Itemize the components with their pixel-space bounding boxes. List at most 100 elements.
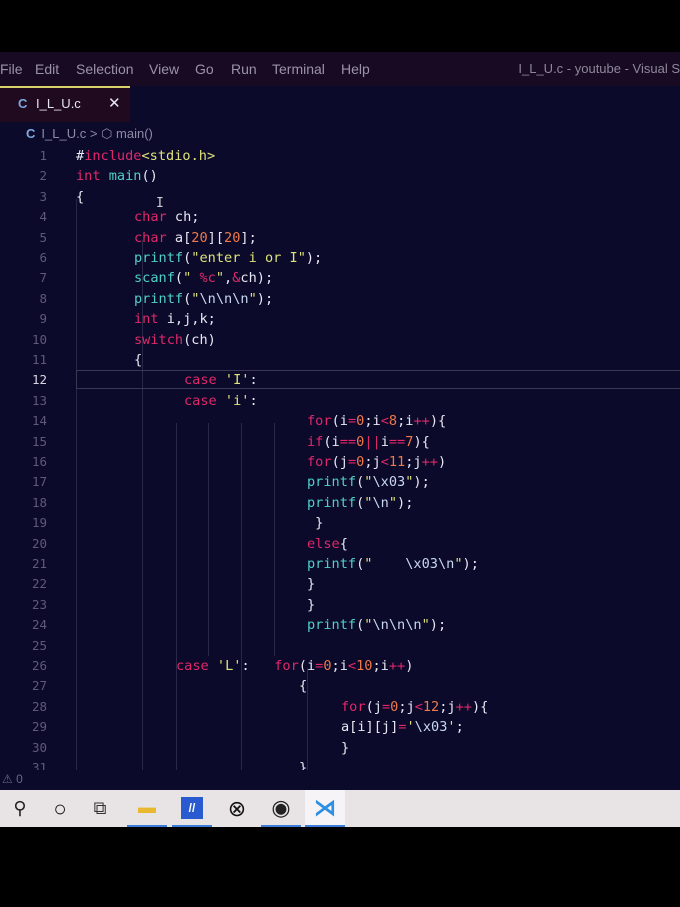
taskbar-obs-button[interactable]: ◉	[261, 790, 301, 827]
taskbar-app-blue-button[interactable]: //	[172, 790, 212, 827]
taskbar-search-button[interactable]: ⚲	[0, 790, 40, 827]
code-token: ){	[429, 413, 447, 430]
line-number: 8	[39, 290, 47, 306]
breadcrumb-file[interactable]: I_L_U.c	[41, 126, 86, 141]
code-line[interactable]: 17 printf("\x03");	[0, 472, 680, 492]
warnings-status[interactable]: ⚠ 0	[2, 772, 23, 786]
code-line[interactable]: 1 #include<stdio.h>	[0, 146, 680, 166]
menu-selection[interactable]: Selection	[76, 61, 134, 77]
code-token: ){	[472, 698, 489, 715]
code-line[interactable]: 27 {	[0, 676, 680, 696]
line-number: 27	[31, 678, 47, 694]
code-line[interactable]: 23}	[0, 595, 680, 615]
code-line[interactable]: 9 int i,j,k;	[0, 309, 680, 329]
menu-edit[interactable]: Edit	[35, 61, 59, 77]
code-token: a[	[174, 229, 192, 246]
code-token: ||	[364, 433, 381, 450]
line-number: 5	[39, 229, 47, 245]
code-token: ==	[388, 433, 406, 450]
code-line[interactable]: 31}	[0, 758, 680, 770]
code-line[interactable]: 26 case 'L': for(i=0;i<10;i++)	[0, 656, 680, 676]
taskbar-vscode-button[interactable]: ⋊	[305, 790, 345, 827]
code-line[interactable]: 21 printf(" \x03\n");	[0, 554, 680, 574]
code-line[interactable]: 11 {	[0, 350, 680, 370]
code-token: <	[380, 454, 389, 470]
code-line[interactable]: 13 case 'i':	[0, 391, 680, 411]
taskbar-task-view-button[interactable]: ⧉	[80, 790, 120, 827]
code-text: scanf(" %c",&ch);	[134, 268, 273, 288]
line-number: 14	[31, 413, 47, 429]
code-token: for	[274, 658, 299, 674]
code-line[interactable]: 5 char a[20][20];	[0, 228, 680, 248]
code-line[interactable]: 8 printf("\n\n\n");	[0, 289, 680, 309]
menu-go[interactable]: Go	[195, 61, 214, 77]
code-token: ;j	[405, 454, 422, 470]
code-token: "	[215, 270, 225, 287]
code-token: ;j	[439, 698, 456, 715]
code-line[interactable]: 7 scanf(" %c",&ch);	[0, 268, 680, 288]
code-token: <	[414, 698, 423, 715]
code-line[interactable]: 15 if(i==0||i==7){	[0, 432, 680, 452]
line-number: 3	[39, 188, 47, 204]
code-line[interactable]: 3{	[0, 187, 680, 207]
code-token: printf	[134, 250, 184, 266]
code-line[interactable]: 18 printf("\n");	[0, 493, 680, 513]
code-line[interactable]: 6 printf("enter i or I");	[0, 248, 680, 268]
code-line[interactable]: 24 printf("\n\n\n");	[0, 615, 680, 635]
code-token: \x03\n	[405, 556, 455, 572]
menu-run[interactable]: Run	[231, 61, 257, 77]
code-line[interactable]: 25	[0, 636, 680, 656]
taskbar-cortana-button[interactable]: ○	[40, 790, 80, 827]
code-token: );	[413, 474, 430, 491]
code-token: main	[108, 168, 142, 185]
line-number: 19	[31, 515, 47, 531]
code-token: ==	[339, 433, 357, 450]
line-number: 22	[31, 576, 47, 592]
code-line[interactable]: 16 for(j=0;j<11;j++)	[0, 452, 680, 472]
code-text: case 'i':	[184, 391, 258, 411]
code-token: }	[307, 515, 324, 532]
code-line[interactable]: 4 char ch;	[0, 207, 680, 227]
code-text: {	[76, 187, 84, 207]
code-token: ++	[421, 454, 438, 470]
line-number: 30	[31, 739, 47, 755]
code-editor[interactable]: C I_L_U.c > ⬡ main() 1 #include<stdio.h> 2 i…	[0, 122, 680, 770]
symbol-method-icon: ⬡	[101, 126, 113, 141]
line-number: 2	[39, 168, 47, 184]
close-icon[interactable]: ✕	[108, 94, 121, 112]
code-token: )	[438, 454, 447, 470]
code-line[interactable]: 14 for(i=0;i<8;i++){	[0, 411, 680, 431]
code-line[interactable]: 29 a[i][j]='\x03';	[0, 717, 680, 737]
tab-i-l-u-c[interactable]: C I_L_U.c ✕	[0, 86, 130, 122]
code-line[interactable]: 30}	[0, 738, 680, 758]
code-token: 20	[191, 229, 208, 246]
code-line[interactable]: 28 for(j=0;j<12;j++){	[0, 697, 680, 717]
code-line[interactable]: 2 int main()	[0, 166, 680, 186]
code-token: 12	[422, 698, 440, 715]
code-token: ;j	[364, 454, 381, 470]
code-line[interactable]: 20 else{	[0, 534, 680, 554]
breadcrumb-symbol[interactable]: main()	[116, 126, 153, 141]
code-text: printf("enter i or I");	[134, 248, 322, 268]
code-text: }	[307, 513, 323, 533]
line-number: 4	[39, 209, 47, 225]
line-number: 13	[31, 392, 47, 408]
code-token: i,j,k;	[166, 311, 216, 328]
code-text: printf("\n\n\n");	[307, 615, 446, 635]
code-line[interactable]: 19 }	[0, 513, 680, 533]
menu-terminal[interactable]: Terminal	[272, 61, 325, 77]
menu-view[interactable]: View	[149, 61, 179, 77]
code-token: 11	[388, 454, 406, 470]
taskbar-file-explorer-button[interactable]: ▬	[127, 790, 167, 827]
code-line[interactable]: 22}	[0, 574, 680, 594]
code-text: int main()	[76, 166, 158, 186]
menu-help[interactable]: Help	[341, 61, 370, 77]
code-line[interactable]: 10 switch(ch)	[0, 330, 680, 350]
code-token: ++	[413, 413, 430, 430]
menu-file[interactable]: File	[0, 61, 23, 77]
taskbar-xbox-button[interactable]: ⊗	[217, 790, 257, 827]
line-number: 7	[39, 270, 47, 286]
code-line[interactable]: 12 case 'I':	[0, 370, 680, 390]
line-number: 24	[31, 617, 47, 633]
line-number: 6	[39, 250, 47, 265]
